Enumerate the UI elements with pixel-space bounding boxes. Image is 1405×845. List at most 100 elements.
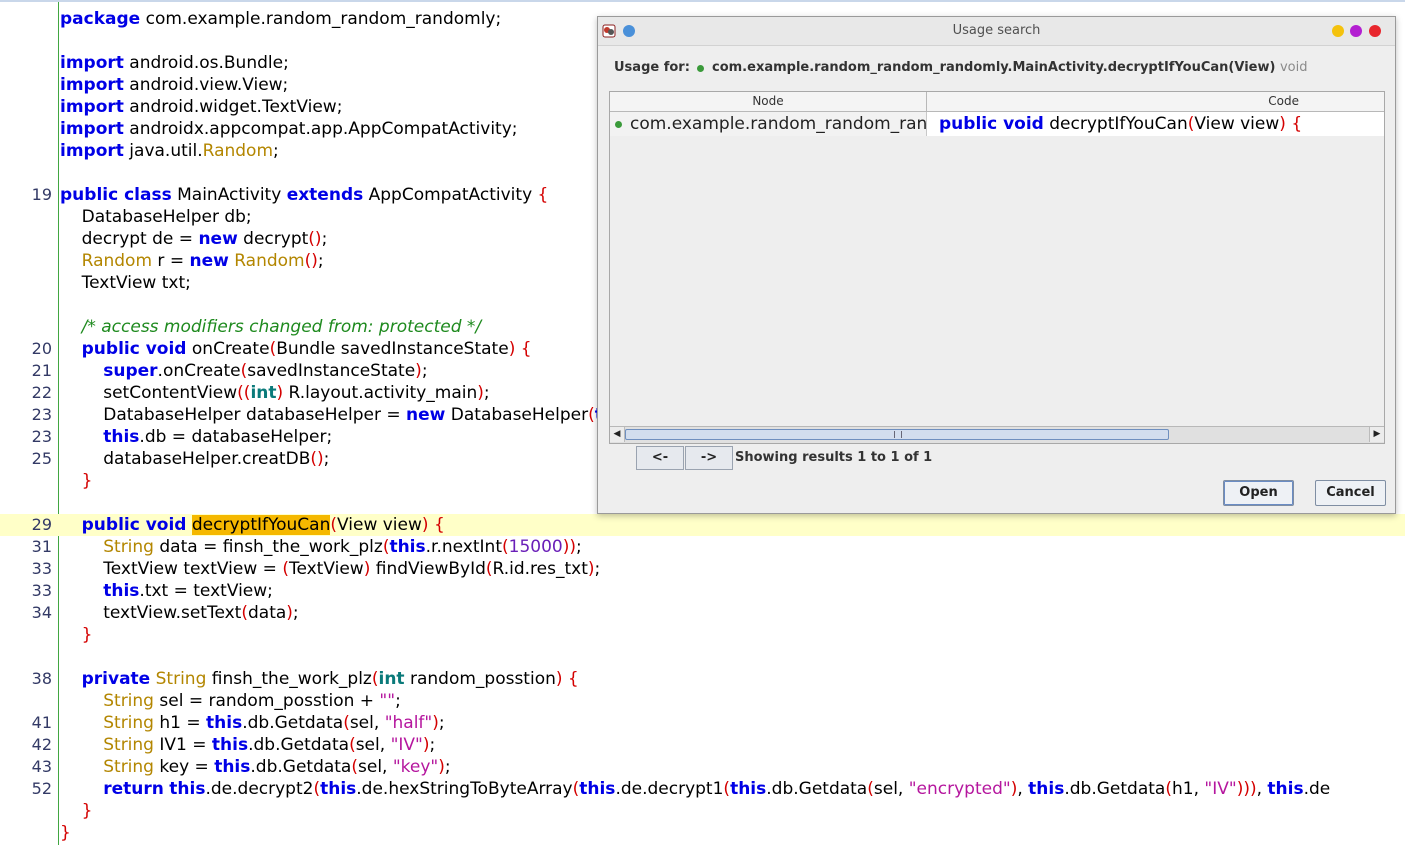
code-token: ( xyxy=(371,669,379,689)
results-table: Node Code com.example.random_random_rand… xyxy=(609,91,1385,444)
code-token: databaseHelper.creatDB xyxy=(60,449,311,469)
column-header-node[interactable]: Node xyxy=(610,92,927,111)
column-header-code[interactable]: Code xyxy=(927,92,1384,111)
code-text: setContentView((int) R.layout.activity_m… xyxy=(60,382,489,404)
code-token: ; xyxy=(421,361,428,381)
usage-target-signature: com.example.random_random_randomly.MainA… xyxy=(712,60,1280,75)
code-token: ( xyxy=(351,757,358,777)
usage-search-dialog: Usage search Usage for: com.example.rand… xyxy=(597,16,1396,514)
scroll-right-icon[interactable]: ▶ xyxy=(1369,427,1384,442)
scroll-left-icon[interactable]: ◀ xyxy=(610,427,625,442)
code-cell[interactable]: public void decryptIfYouCan(View view) { xyxy=(927,112,1384,136)
code-token: ( xyxy=(1165,779,1172,799)
code-text: public void decryptIfYouCan(View view) { xyxy=(939,112,1302,136)
code-token: (( xyxy=(237,383,251,403)
code-token: ( xyxy=(343,713,350,733)
line-number: 38 xyxy=(31,669,52,688)
code-token: AppCompatActivity xyxy=(363,185,538,205)
code-token: ) xyxy=(555,669,563,689)
line-number: 23 xyxy=(31,427,52,446)
code-token: "encrypted" xyxy=(908,779,1011,799)
code-token: this xyxy=(730,779,767,799)
line-number: 33 xyxy=(31,559,52,578)
search-match: decryptIfYouCan xyxy=(191,515,331,535)
open-button[interactable]: Open xyxy=(1223,480,1294,506)
code-token: .onCreate xyxy=(157,361,241,381)
code-token: ; xyxy=(323,449,330,469)
code-token: /* access modifiers changed from: protec… xyxy=(60,317,482,337)
editor-top-border xyxy=(0,0,1405,2)
horizontal-scrollbar[interactable]: ◀ ▶ xyxy=(610,426,1384,443)
code-text: } xyxy=(60,800,93,822)
code-text: import android.os.Bundle; xyxy=(60,52,289,74)
code-token: { xyxy=(1291,114,1303,134)
code-token: "IV" xyxy=(1204,779,1237,799)
code-line[interactable]: 52 return this.de.decrypt2(this.de.hexSt… xyxy=(0,778,1405,800)
maximize-button[interactable] xyxy=(1350,25,1362,37)
code-text: this.db = databaseHelper; xyxy=(60,426,332,448)
cancel-button[interactable]: Cancel xyxy=(1315,480,1386,506)
next-page-button[interactable]: -> xyxy=(685,446,733,470)
usage-target-return-type: void xyxy=(1279,60,1308,75)
code-token: { xyxy=(433,515,445,535)
code-text: String data = finsh_the_work_plz (this.r.… xyxy=(60,536,582,558)
code-token: } xyxy=(81,471,93,491)
code-token: new xyxy=(198,229,238,249)
code-line[interactable] xyxy=(0,646,1405,668)
code-token: String xyxy=(103,735,154,755)
code-line[interactable]: } xyxy=(0,822,1405,844)
code-token: } xyxy=(60,823,71,843)
code-token: String xyxy=(103,691,154,711)
code-token: String xyxy=(103,713,154,733)
code-text: public void onCreate(Bundle savedInstanc… xyxy=(60,338,532,360)
code-text: } xyxy=(60,822,71,844)
code-text: String key = this.db.Getdata(sel, "key")… xyxy=(60,756,450,778)
line-number: 31 xyxy=(31,537,52,556)
line-number: 34 xyxy=(31,603,52,622)
code-token: ) xyxy=(422,735,430,755)
code-line[interactable]: 29 public void decryptIfYouCan(View view… xyxy=(0,514,1405,536)
code-line[interactable]: 34 textView.setText(data); xyxy=(0,602,1405,624)
code-token: com.example.random_random_randomly; xyxy=(140,9,502,29)
dialog-titlebar[interactable]: Usage search xyxy=(598,17,1395,46)
code-line[interactable]: 41 String h1 = this.db.Getdata(sel, "hal… xyxy=(0,712,1405,734)
table-row[interactable]: com.example.random_random_randomly.MainA… xyxy=(610,112,1384,136)
prev-page-button[interactable]: <- xyxy=(636,446,684,470)
code-token: () xyxy=(304,251,318,271)
line-number: 20 xyxy=(31,339,52,358)
code-token: ; xyxy=(292,603,299,623)
code-line[interactable]: } xyxy=(0,624,1405,646)
code-line[interactable]: } xyxy=(0,800,1405,822)
code-line[interactable]: 38 private String finsh_the_work_plz(int… xyxy=(0,668,1405,690)
code-line[interactable]: 33 this.txt = textView; xyxy=(0,580,1405,602)
results-count: Showing results 1 to 1 of 1 xyxy=(735,450,933,465)
line-number: 41 xyxy=(31,713,52,732)
code-line[interactable]: 33 TextView textView = (TextView) findVi… xyxy=(0,558,1405,580)
code-token: { xyxy=(537,185,549,205)
code-text: public class MainActivity extends AppCom… xyxy=(60,184,548,206)
code-line[interactable]: 43 String key = this.db.Getdata(sel, "ke… xyxy=(0,756,1405,778)
node-cell[interactable]: com.example.random_random_randomly.MainA… xyxy=(610,112,927,136)
code-line[interactable]: String sel = random_posstion + ""; xyxy=(0,690,1405,712)
code-text: DatabaseHelper databaseHelper = new Data… xyxy=(60,404,643,426)
code-token: .r.nextInt xyxy=(425,537,502,557)
minimize-button[interactable] xyxy=(1332,25,1344,37)
code-line[interactable]: 42 String IV1 = this.db.Getdata(sel, "IV… xyxy=(0,734,1405,756)
code-text: textView.setText(data); xyxy=(60,602,299,624)
close-button[interactable] xyxy=(1369,25,1381,37)
code-token: 15000 xyxy=(508,537,563,557)
code-text: super.onCreate(savedInstanceState); xyxy=(60,360,428,382)
code-line[interactable]: 31 String data = finsh_the_work_plz (this… xyxy=(0,536,1405,558)
grip-icon xyxy=(894,431,902,438)
code-token: "" xyxy=(379,691,396,711)
scroll-thumb[interactable] xyxy=(625,429,1169,440)
code-token: .db.Getdata xyxy=(1064,779,1166,799)
code-text: } xyxy=(60,624,93,646)
code-token: { xyxy=(567,669,579,689)
